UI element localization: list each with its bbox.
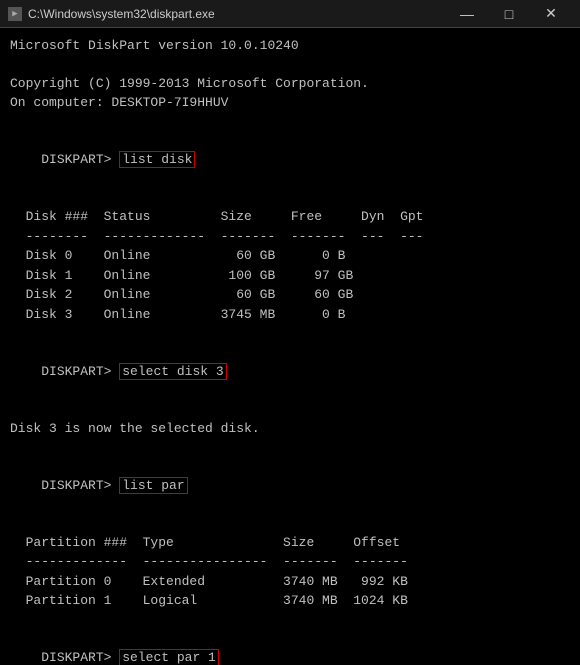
- blank-6: [10, 438, 570, 456]
- cmd4-line: DISKPART> select par 1: [10, 629, 570, 665]
- computer-line: On computer: DESKTOP-7I9HHUV: [10, 93, 570, 113]
- par-sep: ------------- ---------------- ------- -…: [10, 552, 570, 572]
- disk0-line: Disk 0 Online 60 GB 0 B: [10, 246, 570, 266]
- cmd3-text: list par: [119, 477, 187, 494]
- maximize-button[interactable]: □: [488, 0, 530, 28]
- blank-5: [10, 401, 570, 419]
- cmd1-line: DISKPART> list disk: [10, 131, 570, 190]
- blank-1: [10, 56, 570, 74]
- close-button[interactable]: ✕: [530, 0, 572, 28]
- cmd2-line: DISKPART> select disk 3: [10, 342, 570, 401]
- blank-2: [10, 113, 570, 131]
- par-header: Partition ### Type Size Offset: [10, 533, 570, 553]
- cmd3-line: DISKPART> list par: [10, 456, 570, 515]
- cmd1-text: list disk: [119, 151, 195, 168]
- par0-line: Partition 0 Extended 3740 MB 992 KB: [10, 572, 570, 592]
- terminal-window: Microsoft DiskPart version 10.0.10240 Co…: [0, 28, 580, 665]
- disk3-line: Disk 3 Online 3745 MB 0 B: [10, 305, 570, 325]
- cmd2-text: select disk 3: [119, 363, 226, 380]
- prompt-4: DISKPART>: [41, 650, 119, 665]
- app-icon: ▶: [8, 7, 22, 21]
- title-bar: ▶ C:\Windows\system32\diskpart.exe — □ ✕: [0, 0, 580, 28]
- disk-header: Disk ### Status Size Free Dyn Gpt: [10, 207, 570, 227]
- blank-4: [10, 324, 570, 342]
- blank-3: [10, 189, 570, 207]
- blank-8: [10, 611, 570, 629]
- window-title: C:\Windows\system32\diskpart.exe: [28, 7, 215, 21]
- blank-7: [10, 515, 570, 533]
- disk2-line: Disk 2 Online 60 GB 60 GB: [10, 285, 570, 305]
- minimize-button[interactable]: —: [446, 0, 488, 28]
- copyright-line: Copyright (C) 1999-2013 Microsoft Corpor…: [10, 74, 570, 94]
- select-disk-msg: Disk 3 is now the selected disk.: [10, 419, 570, 439]
- prompt-3: DISKPART>: [41, 478, 119, 493]
- par1-line: Partition 1 Logical 3740 MB 1024 KB: [10, 591, 570, 611]
- disk1-line: Disk 1 Online 100 GB 97 GB: [10, 266, 570, 286]
- prompt-2: DISKPART>: [41, 364, 119, 379]
- disk-sep: -------- ------------- ------- ------- -…: [10, 227, 570, 247]
- title-bar-left: ▶ C:\Windows\system32\diskpart.exe: [8, 7, 215, 21]
- cmd4-text: select par 1: [119, 649, 219, 665]
- version-line: Microsoft DiskPart version 10.0.10240: [10, 36, 570, 56]
- window-controls[interactable]: — □ ✕: [446, 0, 572, 28]
- prompt-1: DISKPART>: [41, 152, 119, 167]
